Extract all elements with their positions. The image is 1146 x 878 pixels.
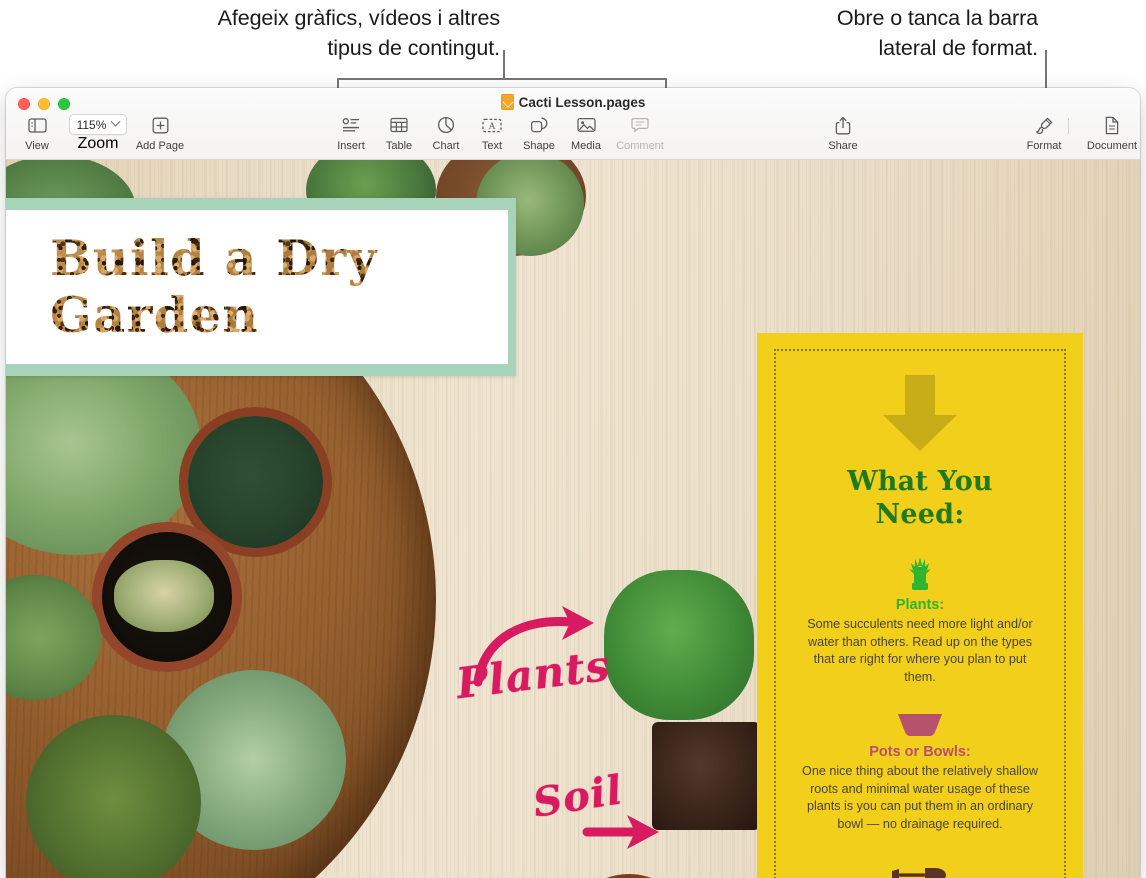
text-box-icon: A [482, 114, 502, 136]
toolbar-insert-label: Insert [337, 140, 365, 152]
callout-left-leader [503, 50, 505, 79]
toolbar-document-button[interactable]: Document [1074, 114, 1140, 152]
toolbar-add-page-label: Add Page [135, 140, 185, 152]
pages-window: Cacti Lesson.pages View 115% Zoom Add Pa… [6, 88, 1140, 878]
toolbar-share-button[interactable]: Share [812, 114, 874, 152]
toolbar-comment-button[interactable]: Comment [602, 114, 678, 152]
paintbrush-icon [1035, 114, 1054, 136]
document-canvas[interactable]: Build a Dry Garden Plants Soil Bowls [6, 160, 1140, 878]
svg-text:A: A [489, 122, 496, 132]
document-title-card[interactable]: Build a Dry Garden [6, 198, 516, 376]
down-arrow-icon [883, 375, 957, 451]
toolbar-format-button[interactable]: Format [1013, 114, 1075, 152]
toolbar-view-label: View [25, 140, 49, 152]
bowl-icon [802, 704, 1038, 738]
callout-format-sidebar: Obre o tanca la barra lateral de format. [836, 6, 1038, 60]
arrow-to-plants [473, 606, 594, 687]
arrow-to-soil [582, 815, 659, 849]
share-icon [835, 114, 851, 136]
window-title: Cacti Lesson.pages [6, 94, 1140, 110]
section-plants: Plants: Some succulents need more light … [802, 557, 1038, 686]
toolbar-chart-label: Chart [432, 140, 460, 152]
toolbar-format-label: Format [1026, 140, 1062, 152]
document-title-inner: Build a Dry Garden [6, 210, 508, 364]
section-plants-title: Plants: [895, 597, 945, 613]
shovel-icon [802, 851, 1038, 878]
hairy-cactus-body [114, 560, 214, 632]
pages-document-icon [500, 94, 514, 110]
callout-insert-content: Afegeix gràfics, vídeos i altres tipus d… [217, 6, 501, 60]
toolbar-document-label: Document [1086, 140, 1138, 152]
document-icon [1104, 114, 1120, 136]
zoom-dropdown[interactable]: 115% [68, 114, 128, 135]
what-you-need-inner: What You Need: Plants: Some succulents n… [774, 349, 1066, 878]
toolbar-share-label: Share [828, 140, 858, 152]
sidebar-icon [27, 114, 47, 136]
table-icon [390, 114, 408, 136]
zoom-value: 115% [76, 117, 107, 132]
section-pots-or-bowls: Pots or Bowls: One nice thing about the … [802, 704, 1038, 833]
toolbar-separator [1068, 118, 1069, 134]
cactus-icon [802, 557, 1038, 591]
what-you-need-heading: What You Need: [847, 466, 993, 530]
media-image-icon [576, 114, 596, 136]
toolbar: View 115% Zoom Add Page Insert Table Cha… [6, 114, 1140, 160]
chevron-down-icon [110, 116, 121, 127]
window-title-text: Cacti Lesson.pages [518, 94, 646, 110]
toolbar-table-label: Table [385, 140, 413, 152]
section-plants-body: Some succulents need more light and/or w… [807, 617, 1033, 684]
toolbar-shape-label: Shape [523, 140, 555, 152]
toolbar-view-button[interactable]: View [6, 114, 68, 152]
toolbar-comment-label: Comment [616, 140, 664, 152]
shape-icon [530, 114, 548, 136]
moss-cactus [26, 715, 201, 878]
window-titlebar: Cacti Lesson.pages View 115% Zoom Add Pa… [6, 88, 1140, 160]
section-soil: Soil: If you've been in the desert, you … [802, 851, 1038, 878]
what-you-need-panel[interactable]: What You Need: Plants: Some succulents n… [757, 333, 1083, 878]
insert-icon [342, 114, 361, 136]
toolbar-zoom-control[interactable]: 115% Zoom [62, 114, 134, 153]
section-pots-or-bowls-body: One nice thing about the relatively shal… [802, 764, 1038, 831]
toolbar-media-label: Media [571, 140, 601, 152]
prickly-pear-cactus [604, 570, 754, 720]
comment-icon [631, 114, 649, 136]
plus-box-icon [152, 114, 169, 136]
toolbar-text-label: Text [481, 140, 503, 152]
toolbar-zoom-label: Zoom [77, 135, 119, 152]
document-heading[interactable]: Build a Dry Garden [6, 230, 508, 344]
ball-cactus [188, 416, 323, 548]
toolbar-add-page-button[interactable]: Add Page [126, 114, 194, 152]
chart-pie-icon [437, 114, 455, 136]
section-pots-or-bowls-title: Pots or Bowls: [869, 744, 971, 760]
